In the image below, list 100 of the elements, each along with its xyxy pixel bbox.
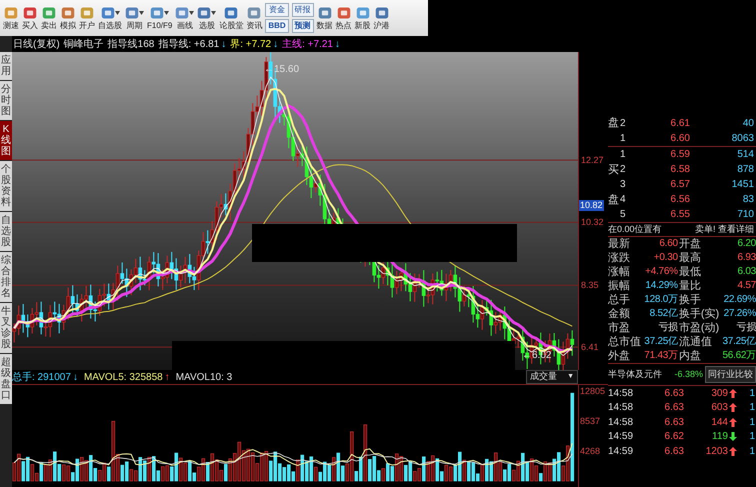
side-tab[interactable]: 分时图 bbox=[0, 81, 12, 120]
toolbar-button[interactable]: 周期 bbox=[124, 0, 145, 36]
stat-label: 开盘 bbox=[678, 237, 702, 251]
toolbar-button[interactable]: 模拟 bbox=[59, 0, 77, 36]
volume-axis-label: 8537 bbox=[580, 416, 600, 426]
price-axis-label: 6.41 bbox=[581, 342, 599, 352]
toolbar-button[interactable]: 研报 bbox=[292, 3, 314, 17]
tick-volume: 144 bbox=[710, 416, 728, 430]
detail-link[interactable]: 卖单! 查看详细 bbox=[694, 222, 756, 236]
side-tab[interactable]: K线图 bbox=[0, 121, 12, 160]
tick-time: 14:59 bbox=[608, 444, 634, 459]
order-level: 2 bbox=[620, 163, 627, 177]
side-tab[interactable]: 超级盘口 bbox=[0, 354, 12, 404]
stat-value: 128.0万 bbox=[643, 293, 678, 307]
indicator-value: 主线: +7.21 bbox=[282, 38, 333, 52]
order-price: 6.56 bbox=[670, 193, 690, 207]
toolbar-button[interactable]: 新股 bbox=[354, 0, 372, 36]
price-axis-label: 12.27 bbox=[581, 155, 604, 166]
toolbar-button[interactable]: 自选股 bbox=[97, 0, 123, 36]
trend-arrow: ↓ bbox=[72, 370, 78, 384]
stat-label: 流通值 bbox=[678, 335, 713, 349]
side-tab[interactable]: 牛叉诊股 bbox=[0, 303, 12, 353]
toolbar-button[interactable]: 开户 bbox=[78, 0, 96, 36]
stat-value: 14.29% bbox=[644, 279, 678, 293]
sector-change: -6.38% bbox=[673, 368, 703, 381]
toolbar-button[interactable]: 卖出 bbox=[40, 0, 58, 36]
sell-side-label: 盘 bbox=[608, 116, 620, 131]
indicator-name: 指导线168 bbox=[108, 38, 154, 52]
stat-value: 亏损 bbox=[736, 321, 756, 335]
order-price: 6.55 bbox=[670, 208, 690, 222]
side-tab[interactable]: 自选股 bbox=[0, 212, 12, 251]
volume-total: 总手: 291007 bbox=[12, 370, 71, 384]
toolbar-button[interactable]: 数据 bbox=[316, 0, 334, 36]
toolbar-button[interactable]: 买入 bbox=[21, 0, 39, 36]
stat-label: 市盈(动) bbox=[678, 321, 720, 335]
tick-time: 14:58 bbox=[608, 416, 634, 430]
mavol10-value: MAVOL10: 3 bbox=[176, 370, 232, 384]
toolbar-button[interactable]: F10/F9 bbox=[146, 0, 174, 36]
toolbar-icon bbox=[356, 6, 370, 20]
toolbar-icon bbox=[42, 6, 56, 20]
toolbar-button[interactable]: 沪港 bbox=[372, 0, 391, 36]
stat-value: +4.76% bbox=[644, 265, 678, 279]
order-volume: 878 bbox=[736, 163, 755, 177]
toolbar-button[interactable]: 资金 bbox=[265, 3, 289, 17]
tick-volume: 603 bbox=[710, 401, 728, 416]
toolbar-button[interactable]: 预测 bbox=[292, 19, 314, 33]
stat-label: 换手 bbox=[678, 293, 702, 307]
tick-price: 6.63 bbox=[664, 416, 684, 430]
stat-label: 涨幅 bbox=[608, 265, 631, 279]
indicator-value: 指导线: +6.81 bbox=[158, 38, 220, 52]
side-tab[interactable]: 综合排名 bbox=[0, 252, 12, 302]
tick-count-label: 1 bbox=[748, 386, 756, 401]
stat-label: 振幅 bbox=[608, 279, 631, 293]
side-tab[interactable]: 个股资料 bbox=[0, 161, 12, 211]
stat-value: 亏损 bbox=[657, 321, 678, 335]
order-price: 6.60 bbox=[670, 132, 690, 146]
toolbar-button[interactable]: 画线 bbox=[174, 0, 196, 36]
toolbar-icon bbox=[197, 6, 212, 20]
order-volume: 8063 bbox=[730, 132, 755, 146]
order-volume: 514 bbox=[736, 148, 755, 162]
order-price: 6.61 bbox=[670, 117, 690, 131]
sector-name: 半导体及元件 bbox=[608, 368, 662, 381]
toolbar-icon bbox=[61, 6, 75, 20]
toolbar-button[interactable]: 测速 bbox=[2, 0, 20, 36]
stat-label: 最新 bbox=[608, 237, 631, 251]
stat-value: 37.25亿 bbox=[643, 335, 678, 349]
side-tab[interactable]: 应用 bbox=[0, 52, 12, 80]
toolbar-icon bbox=[4, 6, 18, 20]
toolbar-icon bbox=[318, 6, 332, 20]
stat-label: 最低 bbox=[678, 265, 702, 279]
tick-time: 14:59 bbox=[608, 430, 634, 444]
toolbar-icon bbox=[100, 6, 114, 20]
order-level: 4 bbox=[620, 193, 627, 207]
indicator-value: 界: +7.72 bbox=[230, 38, 272, 52]
stat-label: 总市值 bbox=[608, 335, 641, 349]
toolbar-icon bbox=[374, 6, 389, 20]
order-price: 6.59 bbox=[670, 148, 690, 162]
stat-label: 内盘 bbox=[678, 349, 702, 363]
tick-time: 14:58 bbox=[608, 401, 634, 416]
price-axis-label: 10.32 bbox=[581, 217, 604, 228]
tick-count-label: 1 bbox=[748, 444, 756, 459]
toolbar-button[interactable]: 热点 bbox=[334, 0, 353, 36]
order-level: 5 bbox=[620, 208, 627, 222]
toolbar-button[interactable]: 论股堂 bbox=[218, 0, 244, 36]
stat-value: 4.57 bbox=[736, 279, 756, 293]
order-volume: 83 bbox=[742, 193, 755, 207]
order-price: 6.57 bbox=[670, 178, 690, 192]
order-notice: 在0.00位置有 bbox=[608, 222, 662, 236]
mavol5-value: MAVOL5: 325858 bbox=[84, 370, 163, 384]
stat-label: 金额 bbox=[608, 307, 631, 321]
stat-value: 27.26% bbox=[722, 307, 756, 321]
tick-count-label: 1 bbox=[748, 416, 756, 430]
tick-price: 6.63 bbox=[664, 444, 684, 459]
toolbar-button[interactable]: BBD bbox=[265, 19, 289, 33]
compare-button[interactable]: 同行业比较 bbox=[705, 366, 756, 383]
stat-label: 换手(实) bbox=[678, 307, 720, 321]
current-price-tag: 10.82 bbox=[579, 200, 604, 212]
toolbar-icon bbox=[247, 6, 262, 20]
toolbar-button[interactable]: 资讯 bbox=[245, 0, 264, 36]
toolbar-button[interactable]: 选股 bbox=[196, 0, 218, 36]
